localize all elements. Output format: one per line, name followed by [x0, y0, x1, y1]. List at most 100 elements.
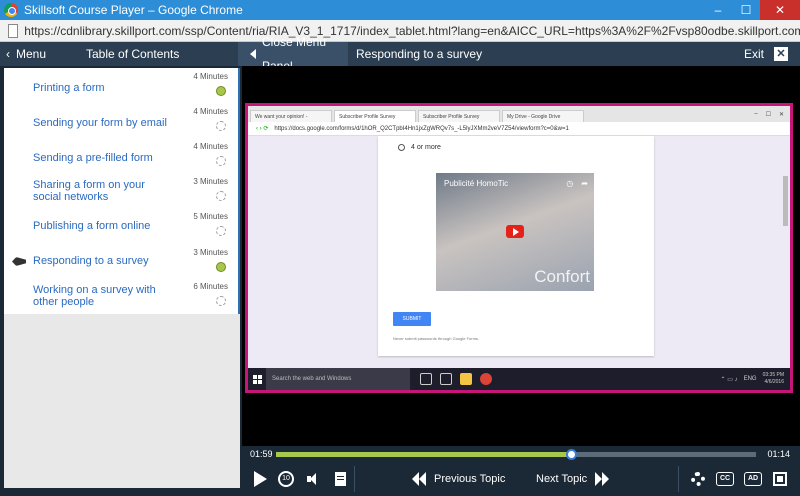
speaker-icon: [307, 473, 321, 485]
next-topic-button[interactable]: Next Topic: [536, 469, 610, 489]
toc-list: Printing a form 4 Minutes Sending your f…: [4, 68, 236, 314]
chevron-left-icon: ‹: [6, 47, 10, 61]
replay-10-button[interactable]: 10: [276, 469, 296, 489]
fullscreen-icon: [773, 472, 787, 486]
youtube-tools: ◷ ➦: [566, 179, 588, 188]
toc-item-label: Sharing a form on your social networks: [33, 179, 145, 203]
taskbar-apps: [420, 373, 492, 385]
seek-bar[interactable]: [276, 449, 756, 460]
chrome-taskbar-icon: [480, 373, 492, 385]
edge-icon: [440, 373, 452, 385]
not-started-status-icon: [216, 121, 226, 131]
address-bar[interactable]: https://cdnlibrary.skillport.com/ssp/Con…: [0, 20, 800, 42]
task-view-icon: [420, 373, 432, 385]
current-topic-pointer-icon: [12, 257, 26, 266]
previous-topic-button[interactable]: Previous Topic: [412, 469, 505, 489]
toc-item-duration: 4 Minutes: [193, 107, 228, 116]
not-started-status-icon: [216, 296, 226, 306]
video-address-bar: ‹ › ⟳ https://docs.google.com/forms/d/1h…: [248, 122, 790, 136]
next-icon: [595, 472, 603, 486]
clock-icon: ◷: [566, 179, 574, 188]
radio-option-label: 4 or more: [411, 144, 441, 151]
maximize-button[interactable]: ☐: [732, 0, 760, 20]
toc-item-publishing-online[interactable]: Publishing a form online 5 Minutes: [4, 210, 236, 244]
video-frame[interactable]: We want your opinion! - Subscriber Profi…: [245, 103, 793, 393]
youtube-title: Publicité HomoTic: [444, 179, 509, 188]
windows-logo-icon: [248, 368, 266, 390]
progress-row: 01:59 01:14: [242, 446, 800, 462]
toc-item-duration: 4 Minutes: [193, 72, 228, 81]
radio-icon: [398, 144, 405, 151]
taskbar-tray: ⌃ ▭ ♪ ENG 03:35 PM 4/6/2016: [721, 372, 790, 386]
play-button[interactable]: [250, 469, 270, 489]
exit-button[interactable]: Exit ✕: [744, 42, 788, 66]
youtube-play-icon: [506, 225, 524, 238]
folder-icon: [460, 373, 472, 385]
video-radio-option: 4 or more: [398, 144, 441, 151]
not-started-status-icon: [216, 156, 226, 166]
next-icon-2: [602, 472, 610, 486]
toc-item-label: Sending a pre-filled form: [33, 152, 153, 164]
transcript-button[interactable]: [331, 469, 349, 489]
youtube-watermark: Confort: [534, 267, 590, 286]
toc-item-duration: 5 Minutes: [193, 212, 228, 221]
play-icon: [253, 471, 267, 487]
video-nav-icons: ‹ › ⟳: [256, 126, 269, 132]
toc-item-duration: 6 Minutes: [193, 282, 228, 291]
seek-handle[interactable]: [566, 449, 578, 460]
player-header: ‹ Menu Table of Contents Close Menu Pane…: [0, 35, 800, 73]
not-started-status-icon: [216, 191, 226, 201]
video-tab: Subscriber Profile Survey: [418, 110, 500, 122]
video-submit-button: SUBMIT: [393, 312, 431, 326]
menu-button[interactable]: ‹ Menu: [6, 42, 46, 66]
previous-topic-label: Previous Topic: [434, 473, 506, 485]
toc-title: Table of Contents: [86, 47, 180, 61]
completed-status-icon: [216, 262, 226, 272]
volume-button[interactable]: [304, 469, 324, 489]
toc-item-label: Publishing a form online: [33, 220, 151, 232]
current-topic-title: Responding to a survey: [356, 47, 483, 61]
video-tab: My Drive - Google Drive: [502, 110, 584, 122]
closed-captions-button[interactable]: CC: [714, 469, 736, 489]
tray-clock: 03:35 PM 4/6/2016: [762, 372, 784, 385]
toc-empty-area: [4, 314, 240, 488]
audio-description-button[interactable]: AD: [742, 469, 764, 489]
video-url: https://docs.google.com/forms/d/1hOR_Q2C…: [274, 125, 569, 132]
divider: [678, 466, 679, 492]
settings-button[interactable]: [688, 469, 708, 489]
triangle-left-icon: [250, 49, 256, 59]
player-controls: 10 Previous Topic Next Topic CC AD: [242, 462, 800, 496]
fullscreen-button[interactable]: [770, 469, 790, 489]
elapsed-time: 01:59: [250, 449, 273, 459]
toc-item-label: Responding to a survey: [33, 255, 149, 267]
close-icon: ✕: [774, 47, 788, 61]
toc-item-working-with-others[interactable]: Working on a survey with other people 6 …: [4, 280, 236, 314]
toc-item-sending-by-email[interactable]: Sending your form by email 4 Minutes: [4, 105, 236, 139]
toc-item-printing-a-form[interactable]: Printing a form 4 Minutes: [4, 70, 236, 104]
video-form-page: 4 or more Publicité HomoTic ◷ ➦ Confort S…: [248, 136, 790, 382]
toc-item-responding-to-survey[interactable]: Responding to a survey 3 Minutes: [4, 246, 236, 280]
toc-item-label: Printing a form: [33, 82, 105, 94]
tray-language: ENG: [743, 376, 757, 382]
video-taskbar: Search the web and Windows ⌃ ▭ ♪ ENG 03:…: [248, 368, 790, 390]
toc-item-duration: 4 Minutes: [193, 142, 228, 151]
toc-item-label: Sending your form by email: [33, 117, 167, 129]
seek-bar-fill: [276, 452, 573, 457]
video-window-controls: – ☐ ✕: [754, 111, 784, 118]
address-url[interactable]: https://cdnlibrary.skillport.com/ssp/Con…: [24, 24, 800, 38]
exit-label: Exit: [743, 47, 764, 61]
minimize-button[interactable]: –: [704, 0, 732, 20]
close-menu-panel-button[interactable]: Close Menu Panel: [238, 35, 348, 73]
share-icon: ➦: [581, 179, 588, 188]
video-form-card: 4 or more Publicité HomoTic ◷ ➦ Confort S…: [378, 136, 654, 356]
toc-item-duration: 3 Minutes: [193, 177, 228, 186]
taskbar-search: Search the web and Windows: [266, 368, 410, 390]
divider: [354, 466, 355, 492]
toc-item-sending-pre-filled[interactable]: Sending a pre-filled form 4 Minutes: [4, 140, 236, 174]
video-scrollbar: [783, 176, 788, 226]
window-title: Skillsoft Course Player – Google Chrome: [24, 3, 243, 17]
toc-item-duration: 3 Minutes: [193, 248, 228, 257]
toc-item-sharing-social[interactable]: Sharing a form on your social networks 3…: [4, 175, 236, 209]
close-window-button[interactable]: ✕: [760, 0, 800, 20]
document-icon: [334, 472, 346, 486]
